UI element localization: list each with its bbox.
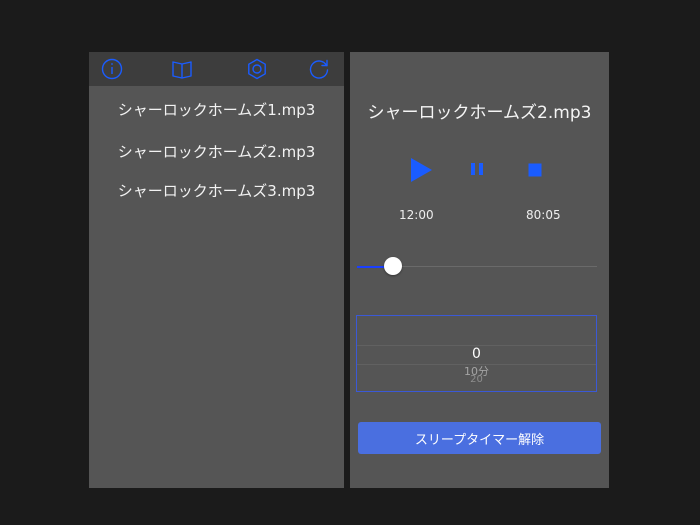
playlist-panel: シャーロックホームズ1.mp3 シャーロックホームズ2.mp3 シャーロックホー… <box>89 52 344 488</box>
picker-option: 20 <box>470 374 483 384</box>
info-icon[interactable] <box>101 58 123 80</box>
elapsed-time: 12:00 <box>399 208 434 222</box>
pause-icon <box>471 163 483 175</box>
picker-selected-value: 0 <box>472 346 481 362</box>
stop-icon <box>528 163 542 177</box>
stop-button[interactable] <box>527 162 543 178</box>
total-time: 80:05 <box>526 208 561 222</box>
playlist-item[interactable]: シャーロックホームズ3.mp3 <box>89 180 344 201</box>
book-icon[interactable] <box>171 58 193 80</box>
settings-icon[interactable] <box>246 58 268 80</box>
player-panel: シャーロックホームズ2.mp3 12:00 80:05 0 10分 20 スリー… <box>350 52 609 488</box>
sleep-timer-picker[interactable]: 0 10分 20 <box>356 315 597 392</box>
cancel-sleep-timer-button[interactable]: スリープタイマー解除 <box>358 422 601 454</box>
playlist-item[interactable]: シャーロックホームズ1.mp3 <box>89 99 344 120</box>
playlist-item[interactable]: シャーロックホームズ2.mp3 <box>89 141 344 162</box>
progress-slider[interactable] <box>357 257 597 275</box>
play-icon <box>411 158 432 182</box>
play-button[interactable] <box>408 156 434 184</box>
progress-thumb[interactable] <box>384 257 402 275</box>
refresh-icon[interactable] <box>308 58 330 80</box>
now-playing-title: シャーロックホームズ2.mp3 <box>367 103 592 123</box>
pause-button[interactable] <box>469 161 485 177</box>
toolbar <box>89 52 344 86</box>
